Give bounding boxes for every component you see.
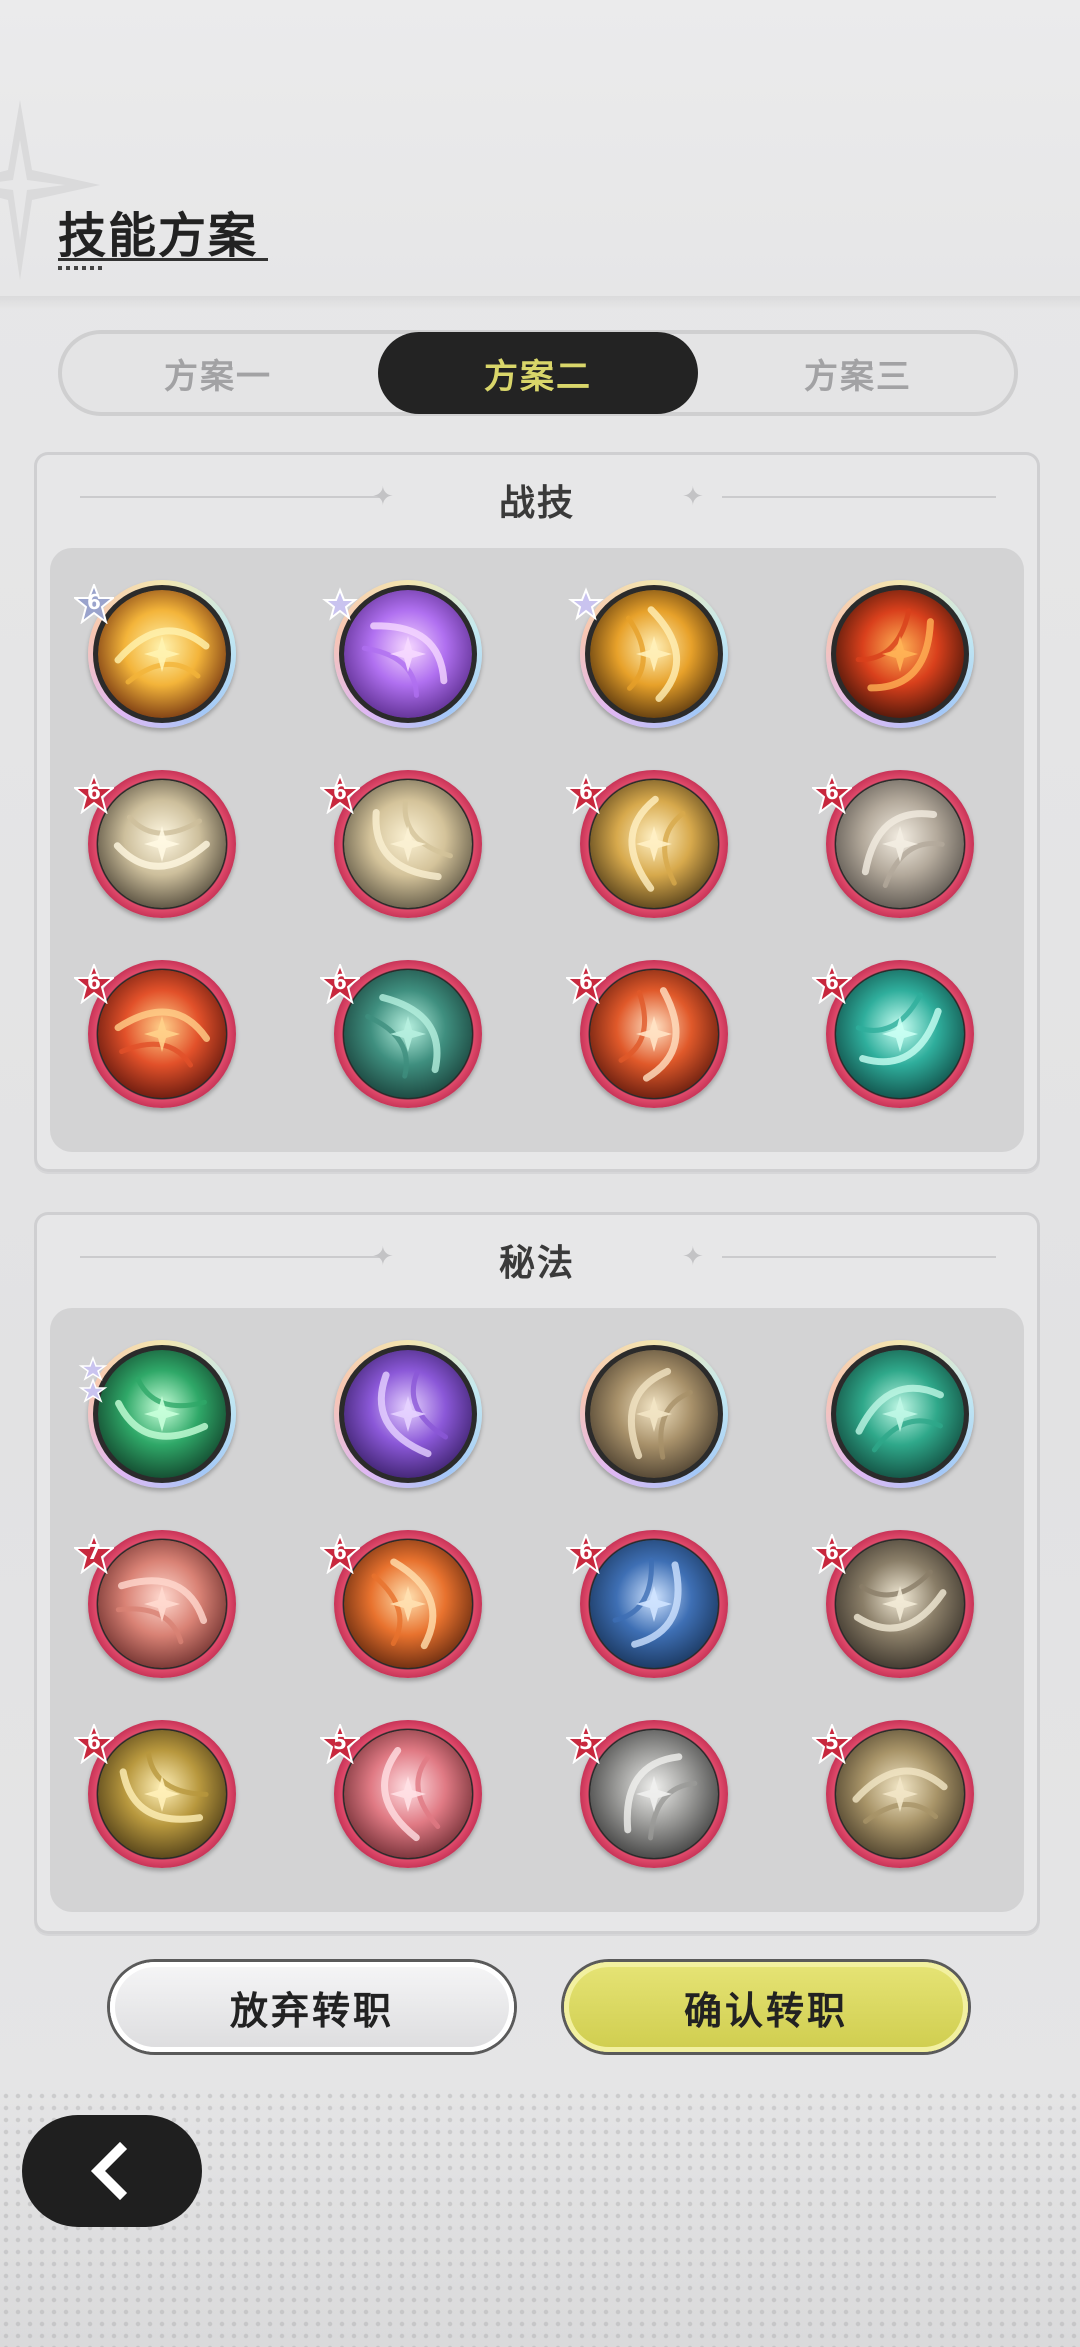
rank-badge-icon: 6 (320, 774, 360, 814)
page-title: 技能方案 (58, 208, 259, 264)
skill-slot[interactable]: 6 (812, 960, 974, 1108)
rank-badge-icon: 5 (812, 1724, 852, 1764)
web-skill-icon (344, 970, 472, 1098)
tab-scheme-1[interactable]: 方案一 (58, 332, 378, 414)
skill-slot[interactable]: 6 (74, 580, 236, 728)
purple-sword-skill-icon (344, 1350, 472, 1478)
skill-slot[interactable] (580, 1340, 728, 1488)
skill-slot[interactable]: 6 (74, 1720, 236, 1868)
skill-slot[interactable] (826, 1340, 974, 1488)
wind-vortex-skill-icon (836, 970, 964, 1098)
rank-badge-icon: 7 (74, 1534, 114, 1574)
back-button[interactable] (22, 2115, 202, 2227)
skill-slot[interactable]: 6 (320, 960, 482, 1108)
section-title-combat: 战技 (498, 483, 575, 524)
title-star-right-icon: ✦ (682, 1242, 704, 1272)
title-star-right-icon: ✦ (682, 482, 704, 512)
fire-swirl-skill-icon (836, 590, 964, 718)
skill-slot[interactable] (826, 580, 974, 728)
section-title-arcane: 秘法 (498, 1243, 575, 1284)
skill-slot[interactable]: 5 (566, 1720, 728, 1868)
rank-badge-icon: 6 (74, 1724, 114, 1764)
skill-slot[interactable] (78, 1340, 236, 1488)
rank-badge-icon: 6 (320, 964, 360, 1004)
green-leaf-skill-icon (98, 1350, 226, 1478)
star-badge-icon (320, 584, 360, 624)
skill-slot[interactable] (568, 580, 728, 728)
abandon-class-change-button[interactable]: 放弃转职 (110, 1962, 514, 2052)
rank-badge-icon: 6 (566, 1534, 606, 1574)
title-dots (58, 266, 106, 270)
skill-slot[interactable]: 5 (320, 1720, 482, 1868)
blue-crystal-skill-icon (590, 1540, 718, 1668)
double-star-badge-icon (76, 1355, 110, 1404)
skill-slot[interactable]: 6 (74, 960, 236, 1108)
crescent-slash-skill-icon (590, 590, 718, 718)
skill-slot[interactable]: 6 (320, 1530, 482, 1678)
rank-badge-icon: 6 (812, 964, 852, 1004)
rank-badge-icon: 6 (812, 1534, 852, 1574)
rank-badge-icon: 6 (566, 774, 606, 814)
rank-badge-icon: 6 (74, 584, 114, 624)
skill-slot[interactable]: 6 (74, 770, 236, 918)
title-underline (58, 258, 268, 261)
scheme-tabs: 方案一 方案二 方案三 (58, 330, 1018, 416)
confirm-class-change-button[interactable]: 确认转职 (564, 1962, 968, 2052)
skill-slot[interactable]: 6 (566, 770, 728, 918)
fire-slash-skill-icon (98, 970, 226, 1098)
arcane-skill-grid: 7 6 6 6 6 5 5 5 (50, 1308, 1024, 1912)
combat-skill-grid: 6 6 6 6 6 6 6 6 6 (50, 548, 1024, 1152)
pink-flower-skill-icon (98, 1540, 226, 1668)
title-line-right (722, 1256, 996, 1258)
whirlwind-skill-icon (344, 780, 472, 908)
purple-rune-skill-icon (344, 590, 472, 718)
skill-slot[interactable]: 6 (566, 960, 728, 1108)
skill-slot[interactable] (322, 580, 482, 728)
rank-badge-icon: 6 (74, 964, 114, 1004)
arrow-strike-skill-icon (98, 780, 226, 908)
golden-spin-skill-icon (590, 780, 718, 908)
rank-badge-icon: 5 (566, 1724, 606, 1764)
title-line-right (722, 496, 996, 498)
golden-shield-skill-icon (98, 1730, 226, 1858)
star-badge-icon (566, 584, 606, 624)
skill-slot[interactable] (334, 1340, 482, 1488)
tab-scheme-3[interactable]: 方案三 (698, 332, 1018, 414)
skill-slot[interactable]: 6 (566, 1530, 728, 1678)
golden-burst-skill-icon (98, 590, 226, 718)
skill-slot[interactable]: 7 (74, 1530, 236, 1678)
rank-badge-icon: 6 (74, 774, 114, 814)
pink-sword-skill-icon (344, 1730, 472, 1858)
arcane-skills-panel: ✦ 秘法 ✦ 7 6 6 6 6 5 5 5 (34, 1212, 1040, 1934)
skill-slot[interactable]: 5 (812, 1720, 974, 1868)
sand-fist-skill-icon (836, 1730, 964, 1858)
skill-slot[interactable]: 6 (812, 770, 974, 918)
combat-skills-panel: ✦ 战技 ✦ 6 6 6 6 6 6 6 6 6 (34, 452, 1040, 1172)
skill-slot[interactable]: 6 (812, 1530, 974, 1678)
rank-badge-icon: 6 (812, 774, 852, 814)
silver-guard-skill-icon (590, 1730, 718, 1858)
tab-scheme-2[interactable]: 方案二 (378, 332, 698, 414)
bone-claw-skill-icon (836, 1540, 964, 1668)
rank-badge-icon: 6 (566, 964, 606, 1004)
header-divider (0, 296, 1080, 310)
clock-moon-skill-icon (590, 1350, 718, 1478)
beast-charge-skill-icon (836, 780, 964, 908)
flame-body-skill-icon (590, 970, 718, 1098)
flame-figure-skill-icon (344, 1540, 472, 1668)
skill-slot[interactable]: 6 (320, 770, 482, 918)
chevron-left-icon (90, 2141, 128, 2201)
jade-crown-skill-icon (836, 1350, 964, 1478)
rank-badge-icon: 6 (320, 1534, 360, 1574)
rank-badge-icon: 5 (320, 1724, 360, 1764)
